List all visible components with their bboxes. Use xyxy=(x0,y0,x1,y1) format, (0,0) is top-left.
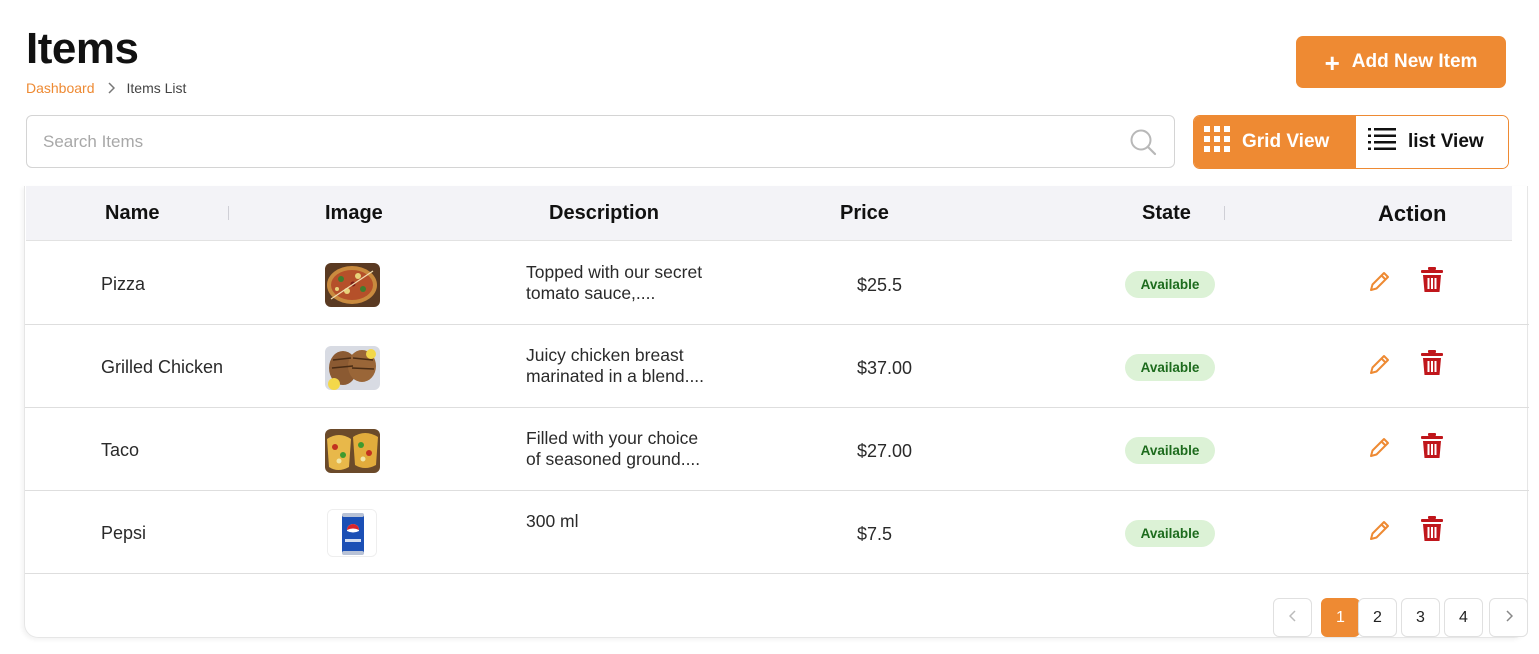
search-input[interactable] xyxy=(43,131,1128,152)
search-icon[interactable] xyxy=(1128,127,1158,157)
status-badge: Available xyxy=(1125,520,1215,547)
item-price: $7.5 xyxy=(857,524,893,544)
column-header-description: Description xyxy=(549,202,660,224)
pizza-image xyxy=(325,263,380,307)
table-row: Grilled Chicken Juicy chicken breast mar… xyxy=(25,325,1529,408)
pagination-page-4[interactable]: 4 xyxy=(1444,598,1483,637)
pagination-page-1[interactable]: 1 xyxy=(1321,598,1360,637)
item-description: Juicy chicken breast marinated in a blen… xyxy=(526,345,756,387)
item-name: Pizza xyxy=(101,274,146,294)
column-header-image: Image xyxy=(325,202,383,224)
description-line: Filled with your choice xyxy=(526,428,699,448)
grid-view-label: Grid View xyxy=(1242,131,1330,152)
table-header: Name Image Description Price State Actio… xyxy=(26,186,1512,241)
plus-icon: + xyxy=(1324,48,1340,78)
grid-icon xyxy=(1204,126,1230,158)
list-view-label: list View xyxy=(1408,131,1484,152)
item-description: 300 ml xyxy=(526,511,756,532)
column-header-state[interactable]: State xyxy=(1142,186,1191,241)
view-toggle: Grid View list View xyxy=(1193,115,1509,169)
add-new-item-label: Add New Item xyxy=(1351,51,1478,72)
breadcrumb-current: Items List xyxy=(126,80,187,96)
taco-image xyxy=(325,429,380,473)
breadcrumb: Dashboard Items List xyxy=(26,80,186,96)
item-description: Filled with your choice of seasoned grou… xyxy=(526,428,756,470)
list-icon xyxy=(1368,128,1396,156)
pencil-icon[interactable] xyxy=(1368,435,1394,461)
description-line: Juicy chicken breast xyxy=(526,345,684,365)
item-name: Grilled Chicken xyxy=(101,357,224,377)
trash-icon[interactable] xyxy=(1421,516,1443,542)
breadcrumb-dashboard-link[interactable]: Dashboard xyxy=(26,80,95,96)
status-badge: Available xyxy=(1125,271,1215,298)
pagination-prev-button[interactable] xyxy=(1273,598,1312,637)
pagination-page-2[interactable]: 2 xyxy=(1358,598,1397,637)
table-row: Taco Filled with your choice of seasoned… xyxy=(25,408,1529,491)
status-badge: Available xyxy=(1125,437,1215,464)
item-name: Pepsi xyxy=(101,523,147,543)
description-line: tomato sauce,.... xyxy=(526,283,656,303)
table-row: Pizza Topped with our secret tomato sauc… xyxy=(25,242,1529,325)
column-divider xyxy=(1224,206,1225,220)
page-title: Items xyxy=(26,24,139,73)
trash-icon[interactable] xyxy=(1421,267,1443,293)
list-view-button[interactable]: list View xyxy=(1356,116,1508,168)
description-line: of seasoned ground.... xyxy=(526,449,701,469)
pagination-next-button[interactable] xyxy=(1489,598,1528,637)
item-description: Topped with our secret tomato sauce,.... xyxy=(526,262,756,304)
add-new-item-button[interactable]: + Add New Item xyxy=(1296,36,1506,88)
description-line: marinated in a blend.... xyxy=(526,366,705,386)
grid-view-button[interactable]: Grid View xyxy=(1194,116,1356,168)
trash-icon[interactable] xyxy=(1421,433,1443,459)
chevron-right-icon xyxy=(1505,609,1513,627)
pagination-page-3[interactable]: 3 xyxy=(1401,598,1440,637)
chevron-right-icon xyxy=(107,82,115,94)
column-divider xyxy=(228,206,229,220)
grilled-chicken-image xyxy=(325,346,380,390)
item-price: $37.00 xyxy=(857,358,913,378)
item-price: $27.00 xyxy=(857,441,913,461)
column-header-price[interactable]: Price xyxy=(840,186,889,241)
trash-icon[interactable] xyxy=(1421,350,1443,376)
description-line: Topped with our secret xyxy=(526,262,703,282)
pencil-icon[interactable] xyxy=(1368,518,1394,544)
pencil-icon[interactable] xyxy=(1368,352,1394,378)
search-bar xyxy=(26,115,1175,168)
table-row: Pepsi 300 ml $7.5 Available xyxy=(25,491,1529,574)
item-price: $25.5 xyxy=(857,275,903,295)
pepsi-can-image xyxy=(327,509,377,557)
item-name: Taco xyxy=(101,440,140,460)
pencil-icon[interactable] xyxy=(1368,269,1394,295)
column-header-action: Action xyxy=(1378,200,1447,226)
chevron-left-icon xyxy=(1288,609,1297,627)
items-table: Name Image Description Price State Actio… xyxy=(24,186,1529,638)
status-badge: Available xyxy=(1125,354,1215,381)
column-header-name[interactable]: Name xyxy=(105,186,159,241)
description-line: 300 ml xyxy=(526,511,579,531)
